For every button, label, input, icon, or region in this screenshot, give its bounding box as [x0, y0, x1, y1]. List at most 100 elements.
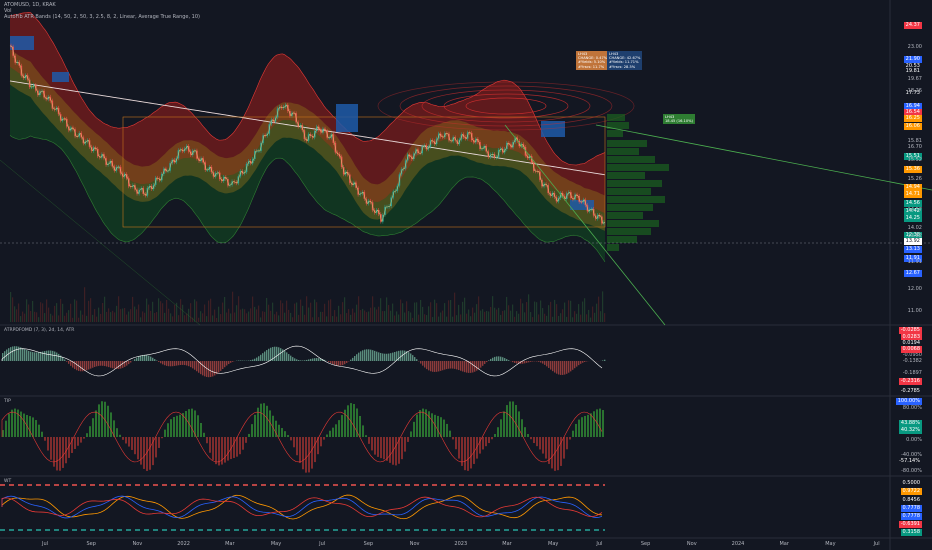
volume-bar	[14, 306, 16, 322]
oscillator-bar	[41, 431, 43, 437]
histogram-bar	[378, 352, 380, 361]
volume-bar	[576, 313, 578, 322]
volume-bar	[428, 306, 430, 322]
oscillator-bar	[260, 403, 262, 437]
histogram-bar	[80, 361, 82, 372]
price-badge: 14.71	[903, 191, 922, 198]
order-block	[52, 72, 69, 82]
volume-bar	[444, 303, 446, 322]
oscillator-bar	[431, 413, 433, 437]
price-axis-tick: 11.91	[907, 259, 922, 265]
volume-bar	[406, 301, 408, 322]
oscillator-bar	[347, 405, 349, 437]
pane2-legend[interactable]: TIP	[4, 399, 11, 404]
pane3-legend[interactable]: WT	[4, 479, 11, 484]
volume-bar	[584, 298, 586, 322]
histogram-bar	[284, 350, 286, 361]
oscillator-bar	[329, 430, 331, 437]
wave-line-blue	[1, 495, 603, 519]
histogram-bar	[604, 359, 606, 361]
histogram-bar	[426, 361, 428, 370]
volume-bar	[286, 300, 288, 322]
volume-bar	[482, 309, 484, 322]
histogram-bar	[90, 361, 92, 369]
histogram-bar	[198, 361, 200, 373]
volume-bar	[278, 315, 280, 322]
volume-bar	[276, 311, 278, 322]
histogram-bar	[582, 361, 584, 363]
volume-profile-bar	[607, 212, 643, 219]
volume-bar	[470, 316, 472, 322]
pane2-tick: -80.00%	[901, 468, 922, 474]
histogram-bar	[464, 361, 466, 373]
volume-bar	[242, 308, 244, 322]
histogram-bar	[44, 351, 46, 361]
volume-bar	[74, 299, 76, 322]
oscillator-bar	[437, 415, 439, 437]
histogram-bar	[420, 361, 422, 364]
histogram-bar	[160, 361, 162, 364]
oscillator-bar	[23, 413, 25, 437]
histogram-bar	[304, 360, 306, 361]
volume-bar	[86, 315, 88, 322]
time-axis-label: Jul	[319, 541, 326, 547]
histogram-bar	[336, 361, 338, 366]
histogram-bar	[466, 361, 468, 373]
indicator-legend[interactable]: AutoFib ATR Bands (14, 50, 2, 50, 3, 2.5…	[4, 14, 200, 20]
wave-pane	[0, 484, 605, 531]
chart-canvas[interactable]	[0, 0, 932, 550]
time-axis-label: Nov	[686, 541, 697, 547]
tooltip-line: #Yields: 5.10%	[578, 60, 606, 65]
histogram-bar	[12, 346, 14, 361]
volume-bar	[554, 299, 556, 322]
oscillator-bar	[176, 415, 178, 437]
tooltip-line: #Yrscs: 11.7%	[578, 64, 605, 69]
volume-bar	[518, 313, 520, 322]
oscillator-pane	[1, 401, 604, 473]
volume-bar	[194, 299, 196, 322]
volume-bar	[130, 309, 132, 322]
volume-bar	[266, 297, 268, 322]
volume-bar	[416, 302, 418, 322]
volume-bar	[174, 304, 176, 322]
volume-bar	[400, 299, 402, 322]
histogram-bar	[482, 361, 484, 366]
oscillator-bar	[482, 437, 484, 450]
histogram-bar	[168, 361, 170, 367]
volume-bar	[252, 296, 254, 322]
histogram-bar	[302, 360, 304, 361]
volume-bar	[588, 309, 590, 322]
volume-bar	[540, 300, 542, 322]
histogram-bar	[256, 357, 258, 361]
histogram-bar	[176, 361, 178, 366]
volume-bar	[456, 315, 458, 322]
histogram-bar	[548, 361, 550, 368]
volume-bar	[310, 302, 312, 322]
volume-bar	[314, 299, 316, 322]
histogram-bar	[544, 361, 546, 365]
volume-bar	[336, 316, 338, 322]
histogram-bar	[330, 361, 332, 364]
histogram-bar	[486, 361, 488, 363]
volume-bar	[98, 307, 100, 322]
oscillator-bar	[335, 424, 337, 437]
volume-profile-bar	[607, 148, 639, 155]
volume-bar	[78, 317, 80, 322]
volume-bar	[326, 316, 328, 322]
histogram-bar	[542, 361, 544, 364]
oscillator-bar	[545, 437, 547, 459]
volume-bar	[84, 287, 86, 322]
histogram-bar	[58, 353, 60, 361]
volume-bar	[472, 307, 474, 322]
volume-profile-bar	[607, 188, 651, 195]
volume-bar	[396, 311, 398, 322]
histogram-bar	[274, 346, 276, 361]
volume-bar	[10, 292, 12, 322]
volume-bar	[432, 317, 434, 322]
volume-bar	[528, 294, 530, 322]
histogram-bar	[184, 361, 186, 366]
volume-bar	[182, 304, 184, 322]
price-badge: 19.81	[903, 68, 922, 75]
oscillator-bar	[254, 414, 256, 437]
pane1-legend[interactable]: ATRPDFOMD (7, 3), 2d, 14, ATR	[4, 328, 74, 333]
